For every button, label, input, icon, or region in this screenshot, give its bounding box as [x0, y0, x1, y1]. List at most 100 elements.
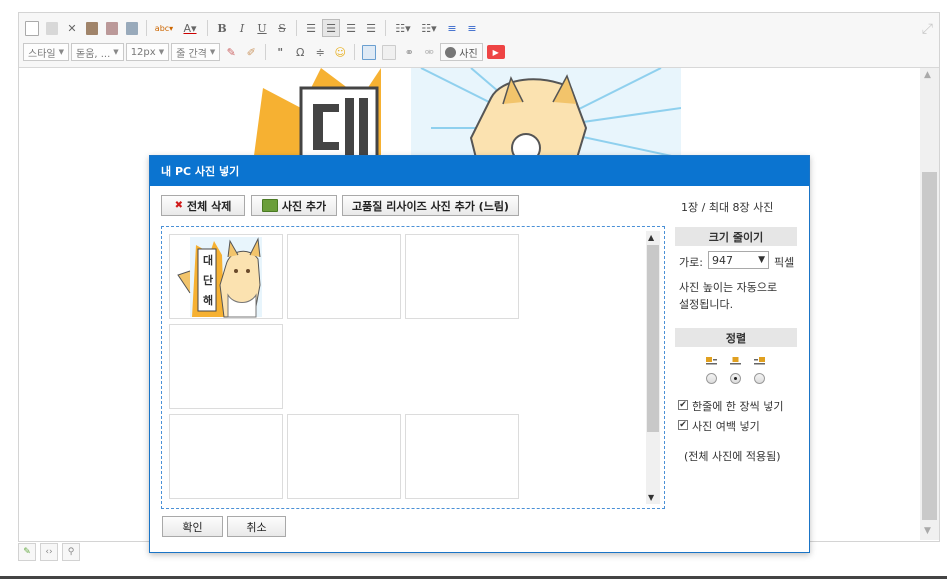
width-select[interactable]: 947 ▼ — [708, 251, 769, 269]
link-icon[interactable]: ⚭ — [400, 43, 418, 61]
photo-slot[interactable] — [169, 414, 283, 499]
edit-mode-icon[interactable]: ✎ — [18, 543, 36, 561]
photo-slot[interactable] — [169, 324, 283, 409]
delete-all-button[interactable]: ✖ 전체 삭제 — [161, 195, 245, 216]
html-mode-icon[interactable]: ‹› — [40, 543, 58, 561]
special-char-icon[interactable]: Ω — [291, 43, 309, 61]
align-center-icon[interactable]: ☰ — [322, 19, 340, 37]
margin-checkbox[interactable]: ✔ — [678, 420, 688, 430]
dropzone-scroll-up-icon[interactable]: ▲ — [648, 233, 654, 242]
underline-icon[interactable]: U — [253, 19, 271, 37]
table-edit-icon[interactable] — [380, 43, 398, 61]
auto-height-note-2: 설정됩니다. — [679, 298, 734, 311]
editor-toolbar: ✕ abc▾ A▾ B I U S ☰ ☰ ☰ ☰ ☷▾ ☷▾ ≡ ≡ 스타일 ▼… — [19, 13, 939, 68]
photo-button[interactable]: 사진 — [440, 43, 483, 61]
strike-icon[interactable]: S — [273, 19, 291, 37]
photo-slot[interactable] — [405, 234, 519, 319]
align-left-radio[interactable] — [706, 373, 717, 384]
one-per-line-checkbox[interactable]: ✔ — [678, 400, 688, 410]
unlink-icon[interactable]: ⚮ — [420, 43, 438, 61]
thumbnail-caption: 대 단 해 — [200, 251, 216, 311]
align-left-icon[interactable]: ☰ — [302, 19, 320, 37]
align-right-image-icon — [754, 357, 765, 365]
photo-insert-dialog: 내 PC 사진 넣기 ✖ 전체 삭제 사진 추가 고품질 리사이즈 사진 추가 … — [149, 155, 810, 553]
add-hq-photo-label: 고품질 리사이즈 사진 추가 (느림) — [352, 199, 509, 213]
unordered-list-icon[interactable]: ☷▾ — [417, 19, 441, 37]
bold-icon[interactable]: B — [213, 19, 231, 37]
align-justify-icon[interactable]: ☰ — [362, 19, 380, 37]
new-doc-icon[interactable] — [23, 19, 41, 37]
align-right-icon[interactable]: ☰ — [342, 19, 360, 37]
font-dropdown-label: 돋움, ... — [76, 48, 111, 60]
dialog-title: 내 PC 사진 넣기 — [150, 156, 809, 186]
align-center-image-icon — [730, 357, 741, 365]
youtube-icon: ▶ — [486, 45, 505, 59]
auto-height-note-1: 사진 높이는 자동으로 — [679, 281, 778, 294]
width-label: 가로: — [679, 256, 703, 269]
align-left-image-icon — [706, 357, 717, 365]
indent-icon[interactable]: ≡ — [463, 19, 481, 37]
font-dropdown[interactable]: 돋움, ... ▼ — [71, 43, 124, 61]
photo-dropzone[interactable]: 대 단 해 ▲ ▼ — [161, 226, 665, 509]
paste-icon[interactable] — [83, 19, 101, 37]
outdent-icon[interactable]: ≡ — [443, 19, 461, 37]
thumbnail-image — [177, 237, 262, 318]
dropzone-scroll-thumb[interactable] — [647, 245, 659, 432]
expand-icon[interactable]: ⤢ — [922, 21, 933, 37]
thumbnail-char-2: 단 — [202, 274, 214, 287]
spellcheck-icon[interactable]: abc▾ — [152, 19, 176, 37]
photo-slot[interactable] — [405, 414, 519, 499]
toolbar-row-2: 스타일 ▼ 돋움, ... ▼ 12px ▼ 줄 간격 ▼ ✎ ✐ " Ω ≑ ☺ ⚭ … — [23, 41, 507, 63]
delete-all-label: 전체 삭제 — [187, 199, 232, 213]
eraser-icon[interactable]: ✎ — [222, 43, 240, 61]
size-dropdown[interactable]: 12px ▼ — [125, 43, 170, 61]
preview-icon[interactable]: ⚲ — [62, 543, 80, 561]
thumbnail-char-1: 대 — [202, 254, 214, 267]
dropzone-scroll-down-icon[interactable]: ▼ — [648, 493, 654, 502]
video-button[interactable]: ▶ — [485, 43, 507, 61]
paste-word-icon[interactable] — [123, 19, 141, 37]
add-hq-photo-button[interactable]: 고품질 리사이즈 사진 추가 (느림) — [342, 195, 519, 216]
italic-icon[interactable]: I — [233, 19, 251, 37]
resize-section-title: 크기 줄이기 — [675, 227, 797, 246]
photo-thumbnail[interactable]: 대 단 해 — [169, 234, 283, 319]
photo-count: 1장 / 최대 8장 사진 — [681, 201, 774, 214]
add-photo-icon — [261, 199, 278, 212]
quote-icon[interactable]: " — [271, 43, 289, 61]
toolbar-row-1: ✕ abc▾ A▾ B I U S ☰ ☰ ☰ ☰ ☷▾ ☷▾ ≡ ≡ — [23, 17, 481, 39]
emoticon-icon[interactable]: ☺ — [331, 43, 349, 61]
one-per-line-label: 한줄에 한 장씩 넣기 — [692, 400, 784, 413]
photo-slot[interactable] — [287, 414, 401, 499]
cut-icon[interactable]: ✕ — [63, 19, 81, 37]
photo-button-label: 사진 — [459, 48, 478, 60]
chevron-down-icon: ▼ — [758, 255, 765, 265]
add-photo-label: 사진 추가 — [281, 199, 327, 213]
lineheight-dropdown-label: 줄 간격 — [176, 48, 207, 60]
paste-text-icon[interactable] — [103, 19, 121, 37]
camera-icon — [445, 46, 457, 58]
table-icon[interactable] — [360, 43, 378, 61]
add-photo-button[interactable]: 사진 추가 — [251, 195, 337, 216]
width-select-value: 947 — [712, 253, 733, 267]
margin-label: 사진 여백 넣기 — [692, 420, 760, 433]
scroll-up-icon[interactable]: ▲ — [924, 70, 931, 80]
editor-scroll-thumb[interactable] — [922, 172, 937, 520]
photo-slot[interactable] — [287, 234, 401, 319]
cancel-label: 취소 — [246, 520, 267, 534]
horizontal-line-icon[interactable]: ≑ — [311, 43, 329, 61]
delete-icon: ✖ — [174, 200, 184, 211]
ok-button[interactable]: 확인 — [162, 516, 223, 537]
lineheight-dropdown[interactable]: 줄 간격 ▼ — [171, 43, 221, 61]
font-color-icon[interactable]: A▾ — [178, 19, 202, 37]
copy-icon[interactable] — [43, 19, 61, 37]
ok-label: 확인 — [182, 520, 203, 534]
ordered-list-icon[interactable]: ☷▾ — [391, 19, 415, 37]
style-dropdown[interactable]: 스타일 ▼ — [23, 43, 69, 61]
align-right-radio[interactable] — [754, 373, 765, 384]
editor-scrollbar[interactable]: ▲ ▼ — [920, 68, 939, 540]
format-painter-icon[interactable]: ✐ — [242, 43, 260, 61]
align-center-radio[interactable] — [730, 373, 741, 384]
scroll-down-icon[interactable]: ▼ — [924, 526, 931, 536]
dropzone-scrollbar[interactable]: ▲ ▼ — [646, 231, 660, 504]
cancel-button[interactable]: 취소 — [227, 516, 286, 537]
